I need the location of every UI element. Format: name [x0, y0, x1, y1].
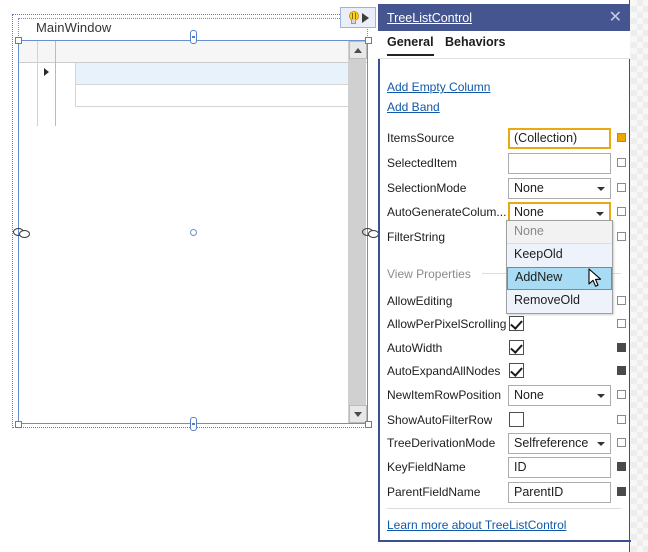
- resize-handle-bottom-left[interactable]: [15, 421, 22, 428]
- selecteditem-field[interactable]: [508, 153, 611, 174]
- property-label: ItemsSource: [387, 131, 455, 145]
- property-label: AllowPerPixelScrolling: [387, 317, 507, 331]
- play-triangle-icon: [361, 12, 369, 23]
- allowperpixelscrolling-checkbox[interactable]: [509, 316, 524, 331]
- property-label: AutoExpandAllNodes: [387, 364, 501, 378]
- property-label: SelectionMode: [387, 181, 467, 195]
- section-title-view-properties: View Properties: [387, 267, 477, 281]
- property-label: KeyFieldName: [387, 460, 466, 474]
- property-value: ParentID: [514, 485, 564, 499]
- panel-bottom-border: [378, 540, 631, 542]
- property-value: None: [514, 205, 544, 219]
- link-adorner-left[interactable]: [13, 227, 31, 240]
- center-anchor-dot[interactable]: [190, 229, 197, 236]
- property-label: FilterString: [387, 230, 446, 244]
- add-empty-column-link[interactable]: Add Empty Column: [387, 80, 490, 94]
- panel-backdrop-strip: [631, 0, 648, 552]
- property-label: NewItemRowPosition: [387, 388, 502, 402]
- resize-handle-bottom-right[interactable]: [365, 421, 372, 428]
- add-band-link[interactable]: Add Band: [387, 100, 440, 114]
- property-binding-marker[interactable]: [617, 158, 626, 167]
- chevron-down-icon: [597, 442, 605, 446]
- property-binding-marker[interactable]: [617, 319, 626, 328]
- parentfieldname-field[interactable]: ParentID: [508, 482, 611, 503]
- autoexpandallnodes-checkbox[interactable]: [509, 363, 524, 378]
- dropdown-item-removeold[interactable]: RemoveOld: [507, 290, 612, 313]
- property-value: (Collection): [514, 131, 578, 145]
- property-binding-marker[interactable]: [617, 462, 626, 471]
- resize-handle-top-left[interactable]: [15, 37, 22, 44]
- footer-divider: [387, 508, 621, 509]
- property-row-treederivationmode[interactable]: TreeDerivationMode Selfreference: [378, 432, 630, 456]
- property-label: AutoGenerateColum...: [387, 205, 507, 219]
- grip-handle-bottom[interactable]: [190, 417, 197, 431]
- chevron-down-icon: [596, 212, 604, 216]
- property-row-selectionmode[interactable]: SelectionMode None: [378, 177, 630, 201]
- showautofilterrow-checkbox[interactable]: [509, 412, 524, 427]
- keyfieldname-field[interactable]: ID: [508, 457, 611, 478]
- property-binding-marker[interactable]: [617, 415, 626, 424]
- selectionmode-combo[interactable]: None: [508, 178, 611, 199]
- property-binding-marker[interactable]: [617, 366, 626, 375]
- treederivationmode-combo[interactable]: Selfreference: [508, 433, 611, 454]
- property-row-autowidth[interactable]: AutoWidth: [378, 337, 630, 361]
- autogeneratecolumns-dropdown-list[interactable]: None KeepOld AddNew RemoveOld: [506, 220, 613, 314]
- property-value: None: [514, 388, 544, 402]
- property-label: AutoWidth: [387, 341, 443, 355]
- property-value: Selfreference: [514, 436, 589, 450]
- panel-title: TreeListControl: [387, 10, 472, 25]
- property-binding-marker[interactable]: [617, 232, 626, 241]
- property-binding-marker[interactable]: [617, 487, 626, 496]
- property-label: TreeDerivationMode: [387, 436, 496, 450]
- property-binding-marker[interactable]: [617, 183, 626, 192]
- chevron-down-icon: [597, 187, 605, 191]
- property-binding-marker[interactable]: [617, 343, 626, 352]
- screen-root: MainWindow TreeListControl ✕ General Beh…: [0, 0, 648, 552]
- tab-behaviors[interactable]: Behaviors: [445, 35, 505, 54]
- property-label: SelectedItem: [387, 156, 458, 170]
- learn-more-link[interactable]: Learn more about TreeListControl: [387, 518, 566, 532]
- tab-general[interactable]: General: [387, 35, 434, 56]
- property-row-selecteditem[interactable]: SelectedItem: [378, 152, 630, 176]
- property-row-keyfieldname[interactable]: KeyFieldName ID: [378, 456, 630, 480]
- property-row-newitemrowposition[interactable]: NewItemRowPosition None: [378, 384, 630, 408]
- property-row-itemssource[interactable]: ItemsSource (Collection): [378, 127, 630, 151]
- smart-tag-button[interactable]: [340, 7, 376, 28]
- grip-handle-top[interactable]: [190, 30, 197, 44]
- treelistcontrol-quick-actions-panel: TreeListControl ✕ General Behaviors Add …: [378, 0, 648, 552]
- property-label: ShowAutoFilterRow: [387, 413, 493, 427]
- newitemrowposition-combo[interactable]: None: [508, 385, 611, 406]
- close-icon[interactable]: ✕: [609, 8, 622, 26]
- lightbulb-icon: [348, 11, 360, 24]
- panel-tabstrip: General Behaviors: [378, 31, 630, 59]
- mouse-cursor: [588, 268, 602, 287]
- panel-titlebar: TreeListControl ✕: [378, 4, 630, 31]
- autowidth-checkbox[interactable]: [509, 340, 524, 355]
- property-binding-marker[interactable]: [617, 207, 626, 216]
- mainwindow-title: MainWindow: [36, 20, 112, 35]
- dropdown-item-keepold[interactable]: KeepOld: [507, 244, 612, 267]
- property-binding-marker[interactable]: [617, 438, 626, 447]
- resize-handle-top-right[interactable]: [365, 37, 372, 44]
- chevron-down-icon: [597, 394, 605, 398]
- property-binding-marker[interactable]: [617, 296, 626, 305]
- property-binding-marker[interactable]: [617, 133, 626, 142]
- property-label: AllowEditing: [387, 294, 453, 308]
- property-row-allowperpixelscrolling[interactable]: AllowPerPixelScrolling: [378, 313, 630, 337]
- dropdown-item-none[interactable]: None: [507, 221, 612, 244]
- itemssource-field[interactable]: (Collection): [508, 128, 611, 149]
- property-value: None: [514, 181, 544, 195]
- property-label: ParentFieldName: [387, 485, 481, 499]
- property-value: ID: [514, 460, 527, 474]
- property-binding-marker[interactable]: [617, 390, 626, 399]
- xaml-designer-surface[interactable]: MainWindow: [0, 0, 379, 552]
- property-row-showautofilterrow[interactable]: ShowAutoFilterRow: [378, 409, 630, 433]
- property-row-autoexpandallnodes[interactable]: AutoExpandAllNodes: [378, 360, 630, 384]
- property-row-parentfieldname[interactable]: ParentFieldName ParentID: [378, 481, 630, 505]
- chain-ring-icon: [19, 230, 30, 238]
